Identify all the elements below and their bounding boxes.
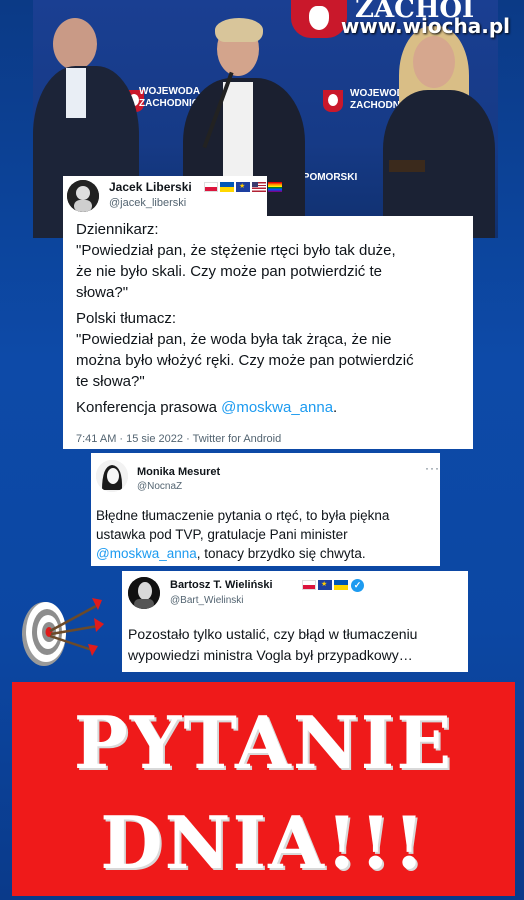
tweet1-last-line-suffix: . [333, 399, 338, 416]
more-options-icon[interactable]: ··· [425, 461, 440, 475]
poland-flag-icon [204, 182, 218, 192]
tweet3-author-handle[interactable]: @Bart_Wielinski [170, 595, 244, 606]
tweet3-card: Bartosz T. Wieliński ✓ @Bart_Wielinski P… [122, 571, 468, 672]
question-of-the-day-banner: PYTANIE DNIA!!! [12, 682, 515, 896]
sign-left-line1: WOJEWODA [139, 86, 201, 97]
avatar-bw-portrait-icon [128, 577, 160, 609]
tweet1-last-line: Konferencja prasowa @moskwa_anna. [76, 399, 337, 416]
ukraine-flag-icon [334, 580, 348, 590]
rainbow-flag-icon [268, 182, 282, 192]
tweet1-line: można było włożyć ręki. Czy może pan pot… [76, 352, 414, 369]
woman-center-blouse [223, 82, 253, 178]
tweet2-line: Błędne tłumaczenie pytania o rtęć, to by… [96, 508, 390, 523]
tweet1-meta[interactable]: 7:41 AM · 15 sie 2022 · Twitter for Andr… [76, 433, 281, 445]
mention-link[interactable]: @moskwa_anna [96, 546, 197, 561]
tweet1-line: "Powiedział pan, że woda była tak żrąca,… [76, 331, 392, 348]
poland-flag-icon [302, 580, 316, 590]
small-eagle-emblem-right [323, 90, 343, 112]
tweet1-line: te słowa?" [76, 373, 145, 390]
ukraine-flag-icon [220, 182, 234, 192]
sign-right-line1: WOJEWOD [350, 88, 404, 99]
avatar-silhouette-icon [67, 180, 99, 212]
tweet1-flag-emojis [204, 182, 282, 192]
tweet2-line: ustawka pod TVP, gratulacje Pani ministe… [96, 527, 348, 542]
tweet1-line: Polski tłumacz: [76, 310, 177, 327]
tweet2-author-handle[interactable]: @NocnaZ [137, 481, 182, 492]
tweet3-line: Pozostało tylko ustalić, czy błąd w tłum… [128, 626, 418, 642]
avatar-portrait-icon [96, 460, 128, 492]
tweet2-card: Monika Mesuret @NocnaZ ··· Błędne tłumac… [91, 453, 440, 566]
tweet2-author-name[interactable]: Monika Mesuret [137, 466, 220, 478]
tweet1-author-name[interactable]: Jacek Liberski [109, 180, 192, 194]
tweet1-line: słowa?" [76, 284, 129, 301]
man-shirt [66, 68, 86, 118]
jacek-avatar[interactable] [67, 180, 99, 212]
banner-line1: PYTANIE [73, 700, 454, 785]
tweet1-line: że nie było skali. Czy może pan potwierd… [76, 263, 382, 280]
verified-badge-icon: ✓ [351, 579, 364, 592]
tweet3-line: wypowiedzi ministra Vogla był przypadkow… [128, 647, 413, 663]
man-head [53, 18, 97, 70]
watermark-text: www.wiocha.pl [340, 14, 510, 38]
tweet1-last-line-text: Konferencja prasowa [76, 399, 222, 416]
tweet1-body-card: Dziennikarz: "Powiedział pan, że stężeni… [63, 216, 473, 449]
monika-avatar[interactable] [96, 460, 128, 492]
tweet2-last-line: @moskwa_anna, tonacy brzydko się chwyta. [96, 546, 366, 561]
tweet3-flag-emojis [302, 580, 348, 590]
notebook [389, 160, 425, 172]
usa-flag-icon [252, 182, 266, 192]
tweet1-author-handle[interactable]: @jacek_liberski [109, 197, 186, 209]
dartboard-target-icon [22, 598, 104, 666]
mention-link[interactable]: @moskwa_anna [221, 399, 333, 416]
polish-eagle-emblem [291, 0, 347, 38]
eu-flag-icon [236, 182, 250, 192]
banner-line2: DNIA!!! [100, 800, 427, 885]
tweet1-line: Dziennikarz: [76, 221, 159, 238]
tweet1-line: "Powiedział pan, że stężenie rtęci było … [76, 242, 396, 259]
bartosz-avatar[interactable] [128, 577, 160, 609]
tweet3-author-name[interactable]: Bartosz T. Wieliński [170, 579, 273, 591]
woman-right-head [413, 36, 455, 88]
tweet1-header-card: Jacek Liberski @jacek_liberski [63, 176, 282, 216]
woman-center-hair [215, 18, 263, 42]
tweet2-last-line-suffix: , tonacy brzydko się chwyta. [196, 546, 366, 561]
eu-flag-icon [318, 580, 332, 590]
